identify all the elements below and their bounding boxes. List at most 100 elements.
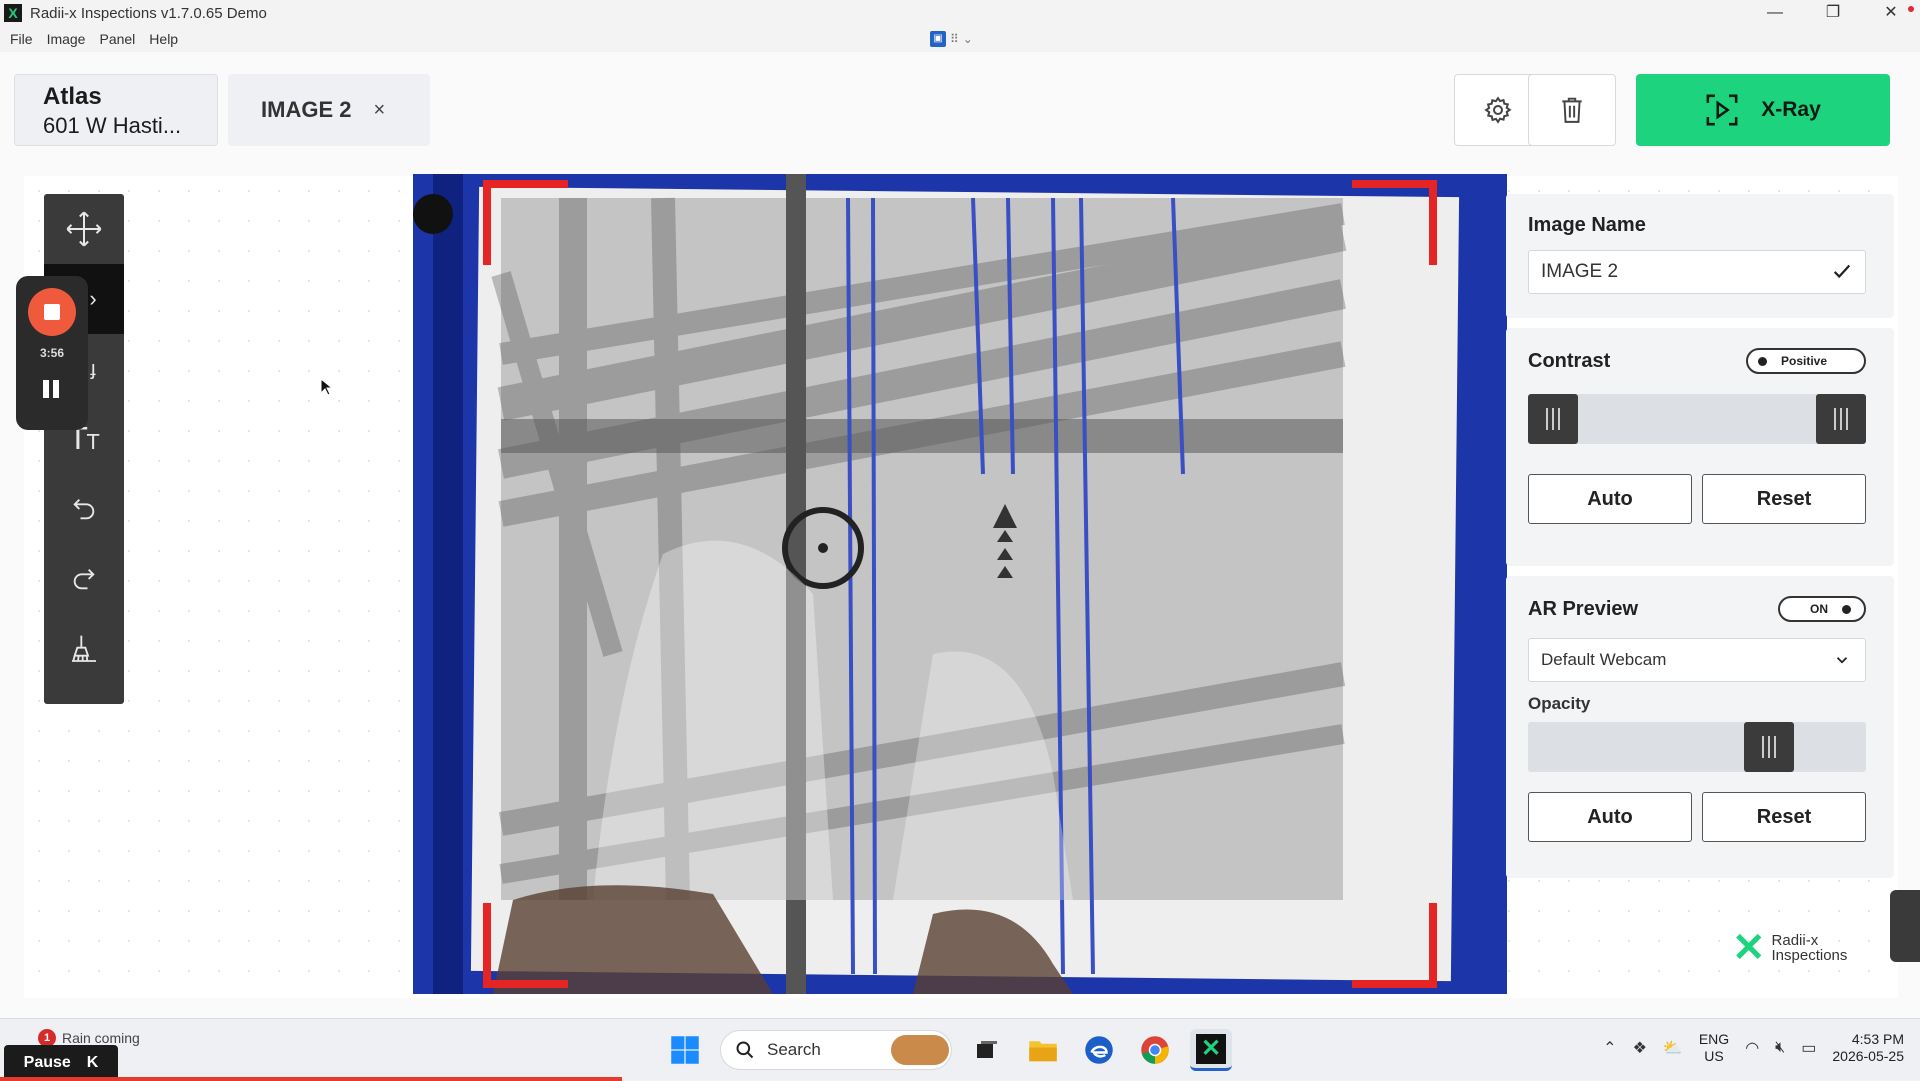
- ar-preview-toggle[interactable]: ON: [1778, 596, 1866, 622]
- frame-corner-top-right: [1352, 180, 1437, 265]
- close-window-button[interactable]: ✕: [1862, 0, 1920, 26]
- radii-x-taskbar-button[interactable]: ✕: [1190, 1029, 1232, 1071]
- camera-select-value: Default Webcam: [1541, 650, 1667, 669]
- camera-select[interactable]: Default Webcam: [1528, 638, 1866, 682]
- broom-icon: [72, 635, 96, 662]
- contrast-high-handle[interactable]: [1816, 394, 1866, 444]
- layout-switcher[interactable]: ▣ ⠿ ⌄: [930, 31, 973, 47]
- contrast-low-handle[interactable]: [1528, 394, 1578, 444]
- browser-edge-button[interactable]: [1078, 1029, 1120, 1071]
- window-controls: — ❐ ✕: [1746, 0, 1920, 26]
- close-tab-icon[interactable]: ×: [373, 99, 385, 122]
- speaker-muted-icon[interactable]: 🔇︎: [1775, 1039, 1785, 1057]
- weather-text: Rain coming: [62, 1030, 140, 1046]
- ar-preview-heading: AR Preview: [1528, 598, 1639, 620]
- file-explorer-button[interactable]: [1022, 1029, 1064, 1071]
- pause-shortcut-chip[interactable]: Pause K: [4, 1045, 118, 1081]
- tab-image-2[interactable]: IMAGE 2 ×: [228, 74, 430, 146]
- lang-line-2: US: [1704, 1048, 1724, 1064]
- menu-help[interactable]: Help: [149, 31, 178, 47]
- contrast-mode-label: Positive: [1781, 354, 1828, 368]
- frame-corner-top-left: [483, 180, 568, 265]
- opacity-reset-button[interactable]: Reset: [1702, 792, 1866, 842]
- notification-dot: [1908, 6, 1914, 12]
- lang-line-1: ENG: [1698, 1031, 1730, 1047]
- taskbar-apps: Search ✕: [664, 1029, 1232, 1071]
- stop-icon: [44, 304, 60, 320]
- undo-button[interactable]: [44, 474, 124, 544]
- chrome-icon: [1141, 1036, 1169, 1064]
- clock-time: 4:53 PM: [1851, 1031, 1904, 1047]
- move-arrows-icon: [66, 211, 102, 247]
- clock[interactable]: 4:53 PM 2026-05-25: [1832, 1031, 1904, 1065]
- opacity-auto-button[interactable]: Auto: [1528, 792, 1692, 842]
- menu-panel[interactable]: Panel: [99, 31, 135, 47]
- edge-icon: [1085, 1036, 1113, 1064]
- restore-button[interactable]: ❐: [1804, 0, 1862, 26]
- mouse-cursor-icon: [320, 378, 332, 396]
- windows-logo-icon: [671, 1036, 699, 1064]
- undo-icon: [73, 499, 95, 520]
- brand-line-1: Radii-x: [1771, 932, 1819, 949]
- chevron-up-icon[interactable]: ⌃: [1603, 1038, 1616, 1058]
- tab-atlas-title: Atlas: [43, 83, 102, 110]
- xray-image-viewport[interactable]: [413, 174, 1507, 994]
- pause-recording-button[interactable]: [43, 380, 61, 398]
- pause-label: Pause: [23, 1054, 71, 1071]
- app-logo-icon: X: [4, 4, 22, 22]
- toggle-dot-icon: [1842, 604, 1851, 614]
- contrast-mode-toggle[interactable]: Positive: [1746, 348, 1866, 374]
- contrast-range-slider[interactable]: [1528, 394, 1866, 444]
- capture-frame-icon: [1706, 94, 1738, 126]
- task-view-button[interactable]: [966, 1029, 1008, 1071]
- brand-line-2: Inspections: [1771, 947, 1848, 964]
- minimize-button[interactable]: —: [1746, 0, 1804, 26]
- chrome-button[interactable]: [1134, 1029, 1176, 1071]
- checkmark-icon[interactable]: [1831, 260, 1853, 282]
- taskbar-search[interactable]: Search: [720, 1030, 952, 1070]
- snap-grid-icon[interactable]: ⠿: [950, 32, 959, 46]
- battery-icon[interactable]: ▭: [1801, 1038, 1816, 1058]
- tool-palette: › ɟ TT: [44, 194, 124, 704]
- opacity-label: Opacity: [1528, 694, 1591, 713]
- delete-button[interactable]: [1528, 74, 1616, 146]
- dropbox-icon[interactable]: ❖: [1633, 1038, 1647, 1058]
- screen-recorder-widget: 3:56: [16, 276, 88, 430]
- wifi-icon[interactable]: ◠: [1745, 1038, 1759, 1058]
- window-title: Radii-x Inspections v1.7.0.65 Demo: [30, 4, 267, 22]
- recording-time: 3:56: [39, 346, 65, 360]
- side-drawer-handle[interactable]: [1890, 890, 1920, 962]
- xray-button-label: X-Ray: [1761, 98, 1821, 121]
- image-name-heading: Image Name: [1528, 214, 1646, 236]
- folder-icon: [1029, 1041, 1057, 1062]
- chevron-down-icon[interactable]: ⌄: [963, 32, 973, 46]
- menu-image[interactable]: Image: [47, 31, 86, 47]
- frame-corner-bottom-left: [483, 903, 568, 988]
- task-view-icon: [977, 1041, 997, 1058]
- cloud-off-icon[interactable]: ⛅: [1663, 1038, 1683, 1058]
- image-name-input[interactable]: IMAGE 2: [1528, 250, 1866, 294]
- clear-tool[interactable]: [44, 614, 124, 684]
- pan-tool[interactable]: [44, 194, 124, 264]
- menu-file[interactable]: File: [10, 31, 33, 47]
- contrast-auto-button[interactable]: Auto: [1528, 474, 1692, 524]
- hook-icon: ɟ: [90, 357, 96, 380]
- opacity-slider[interactable]: [1528, 722, 1866, 772]
- tab-atlas-subtitle: 601 W Hasti...: [43, 113, 182, 138]
- image-name-value: IMAGE 2: [1541, 261, 1619, 282]
- pause-key: K: [86, 1054, 99, 1071]
- language-indicator[interactable]: ENG US: [1699, 1031, 1729, 1065]
- windows-start-button[interactable]: [664, 1029, 706, 1071]
- chevron-right-icon: ›: [89, 286, 97, 311]
- contrast-reset-button[interactable]: Reset: [1702, 474, 1866, 524]
- title-bar: X Radii-x Inspections v1.7.0.65 Demo — ❐…: [0, 0, 1920, 26]
- window-layout-icon[interactable]: ▣: [930, 31, 946, 47]
- tab-atlas[interactable]: Atlas 601 W Hasti...: [14, 74, 218, 146]
- search-placeholder: Search: [767, 1040, 821, 1059]
- image-name-card: Image Name IMAGE 2: [1506, 194, 1894, 318]
- ar-preview-card: AR Preview ON Default Webcam Opacity Aut…: [1506, 576, 1894, 878]
- redo-button[interactable]: [44, 544, 124, 614]
- xray-button[interactable]: X-Ray: [1636, 74, 1890, 146]
- stop-recording-button[interactable]: [28, 288, 76, 336]
- opacity-handle[interactable]: [1744, 722, 1794, 772]
